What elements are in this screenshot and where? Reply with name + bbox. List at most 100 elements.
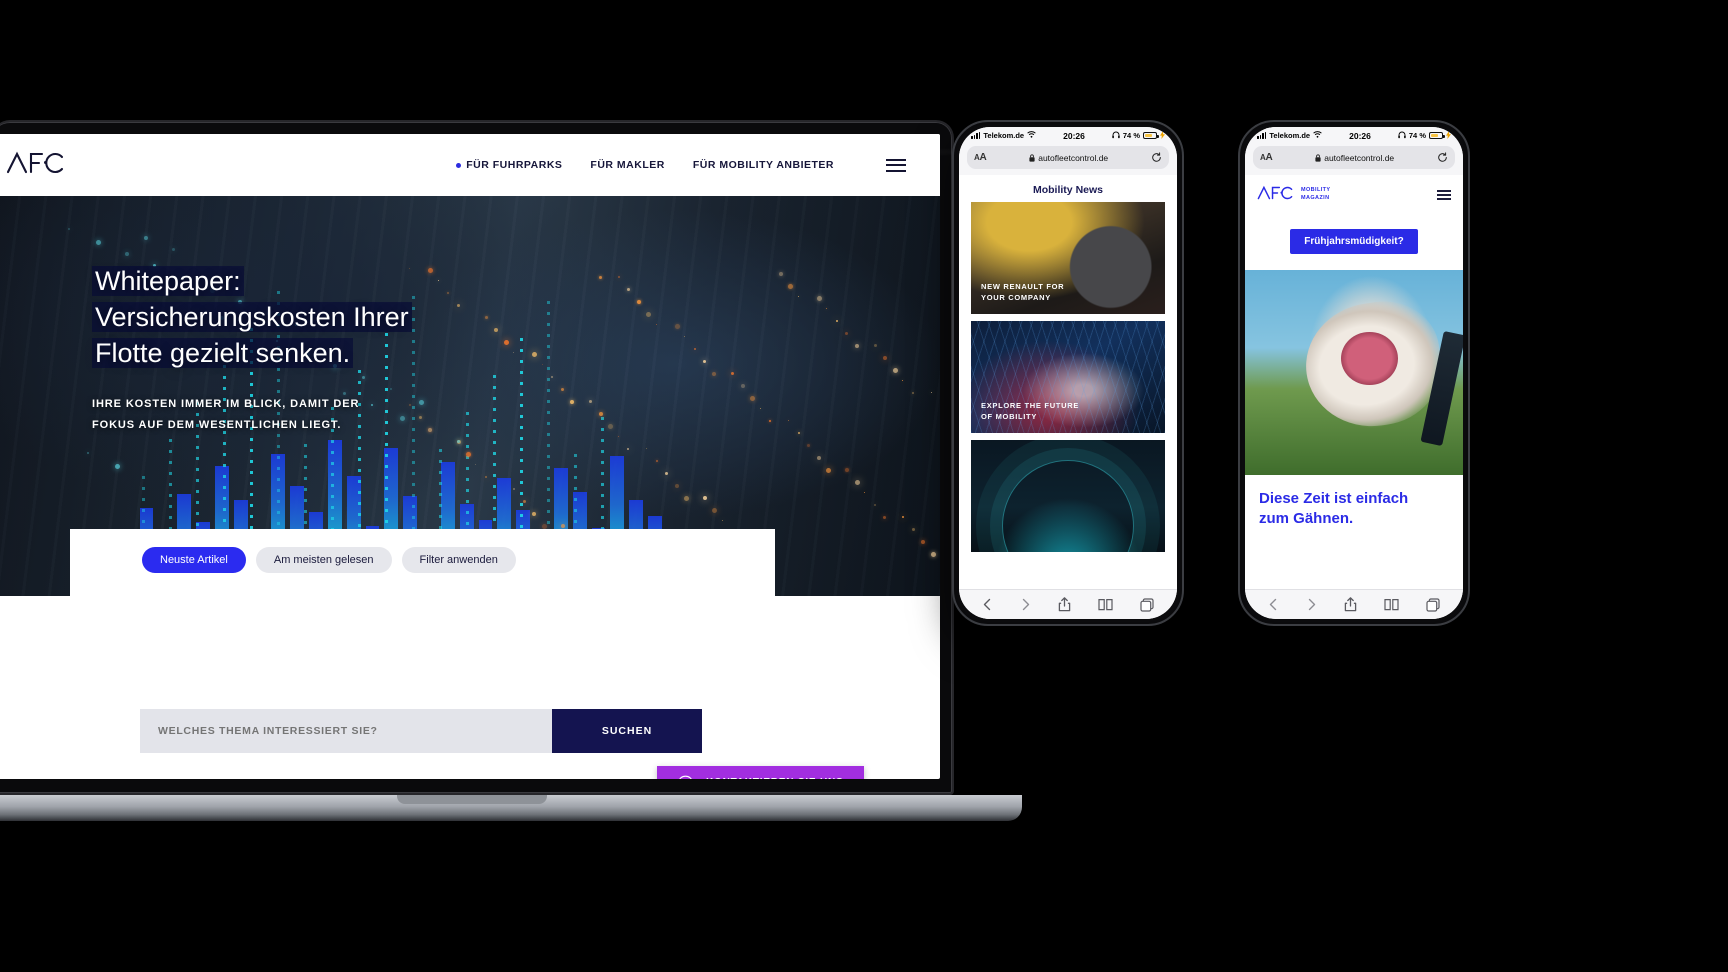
status-time: 20:26 — [1349, 130, 1371, 141]
nav-item-fuer-makler[interactable]: FÜR MAKLER — [590, 159, 664, 171]
carrier-label: Telekom.de — [983, 131, 1025, 140]
laptop-device: FÜR FUHRPARKS FÜR MAKLER FÜR MOBILITY AN… — [0, 120, 1092, 821]
caption-line-2: YOUR COMPANY — [981, 293, 1051, 303]
phone-one-tab-bar — [959, 589, 1177, 619]
contact-button[interactable]: KONTAKTIEREN SIE UNS — [657, 766, 864, 779]
phone-two-screen: Telekom.de 20:26 74 % AA autofleetcontro… — [1245, 127, 1463, 619]
chat-bubble-icon — [677, 774, 694, 779]
dog-mouth-shape — [1340, 331, 1398, 385]
search-button[interactable]: SUCHEN — [552, 709, 702, 753]
news-card-future-mobility[interactable]: EXPLORE THE FUTURE OF MOBILITY — [971, 321, 1165, 433]
text-size-icon[interactable]: AA — [974, 152, 987, 163]
phone-device-one: Telekom.de 20:26 74 % AA autofleetcontro… — [952, 120, 1184, 626]
hero-title-line-3: Flotte gezielt senken. — [92, 337, 354, 368]
reload-icon[interactable] — [1437, 152, 1448, 163]
nav-label: FÜR MOBILITY ANBIETER — [692, 159, 834, 171]
address-bar[interactable]: AA autofleetcontrol.de — [1253, 146, 1455, 169]
back-icon[interactable] — [1268, 598, 1279, 611]
nav-item-fuer-mobility-anbieter[interactable]: FÜR MOBILITY ANBIETER — [693, 159, 834, 171]
signal-icon — [1257, 132, 1267, 139]
phone-one-screen: Telekom.de 20:26 74 % AA autofleetcontro… — [959, 127, 1177, 619]
carrier-label: Telekom.de — [1269, 131, 1311, 140]
hero-subtitle-line-1: IHRE KOSTEN IMMER IM BLICK, DAMIT DER — [92, 397, 360, 410]
caption-line-1: NEW RENAULT FOR — [981, 282, 1065, 292]
wifi-icon — [1313, 131, 1322, 140]
wifi-icon — [1027, 131, 1036, 140]
headphones-icon — [1398, 131, 1406, 141]
url-text: autofleetcontrol.de — [1324, 152, 1395, 163]
news-card-caption: EXPLORE THE FUTURE OF MOBILITY — [981, 401, 1079, 423]
status-left: Telekom.de — [971, 131, 1036, 140]
afc-logo[interactable] — [6, 150, 64, 181]
charging-bolt-icon — [1446, 130, 1451, 141]
caption-line-1: EXPLORE THE FUTURE — [981, 401, 1080, 411]
forward-icon[interactable] — [1020, 598, 1031, 611]
status-left: Telekom.de — [1257, 131, 1322, 140]
contact-button-label: KONTAKTIEREN SIE UNS — [706, 777, 844, 780]
filter-pill-neuste-artikel[interactable]: Neuste Artikel — [142, 547, 246, 573]
article-headline: Diese Zeit ist einfach zum Gähnen. — [1245, 475, 1463, 528]
signal-icon — [971, 132, 981, 139]
main-navigation: FÜR FUHRPARKS FÜR MAKLER FÜR MOBILITY AN… — [456, 158, 906, 172]
bookmarks-icon[interactable] — [1098, 598, 1113, 611]
phone-two-url-bar: AA autofleetcontrol.de — [1245, 144, 1463, 175]
laptop-base — [0, 795, 1022, 821]
hamburger-menu-icon[interactable] — [886, 158, 906, 172]
tabs-icon[interactable] — [1425, 597, 1440, 612]
reload-icon[interactable] — [1151, 152, 1162, 163]
filter-pill-group: Neuste Artikel Am meisten gelesen Filter… — [70, 529, 775, 573]
tabs-icon[interactable] — [1139, 597, 1154, 612]
battery-icon — [1429, 132, 1445, 139]
forward-icon[interactable] — [1306, 598, 1317, 611]
tagline-line-1: MOBILITY — [1301, 187, 1331, 194]
share-icon[interactable] — [1344, 597, 1357, 612]
tagline-line-2: MAGAZIN — [1301, 195, 1330, 201]
charging-bolt-icon — [1160, 130, 1165, 141]
headline-line-1: Diese Zeit ist einfach — [1259, 490, 1409, 507]
caption-line-2: OF MOBILITY — [981, 412, 1038, 422]
magazine-header: MOBILITY MAGAZIN — [1245, 175, 1463, 215]
status-right: 74 % — [1398, 130, 1451, 141]
laptop-screen: FÜR FUHRPARKS FÜR MAKLER FÜR MOBILITY AN… — [0, 134, 940, 779]
filter-pill-filter-anwenden[interactable]: Filter anwenden — [401, 547, 516, 573]
mockup-stage: FÜR FUHRPARKS FÜR MAKLER FÜR MOBILITY AN… — [0, 0, 1728, 972]
back-icon[interactable] — [982, 598, 993, 611]
address-bar[interactable]: AA autofleetcontrol.de — [967, 146, 1169, 169]
phone-two-tab-bar — [1245, 589, 1463, 619]
status-right: 74 % — [1112, 130, 1165, 141]
bookmarks-icon[interactable] — [1384, 598, 1399, 611]
url-display[interactable]: autofleetcontrol.de — [1277, 153, 1432, 163]
phone-one-page-title: Mobility News — [1032, 184, 1103, 196]
category-tag-button[interactable]: Frühjahrsmüdigkeit? — [1290, 229, 1418, 254]
hero-title-line-1: Whitepaper: — [92, 266, 244, 296]
hero-title: Whitepaper: Versicherungskosten Ihrer Fl… — [92, 264, 412, 372]
hero-title-line-2: Versicherungskosten Ihrer — [92, 301, 412, 332]
share-icon[interactable] — [1058, 597, 1071, 612]
battery-icon — [1143, 132, 1159, 139]
nav-item-fuer-fuhrparks[interactable]: FÜR FUHRPARKS — [456, 159, 562, 171]
site-header: FÜR FUHRPARKS FÜR MAKLER FÜR MOBILITY AN… — [0, 134, 940, 196]
nav-label: FÜR FUHRPARKS — [466, 159, 563, 171]
hero-subtitle: IHRE KOSTEN IMMER IM BLICK, DAMIT DER FO… — [92, 394, 412, 436]
status-time: 20:26 — [1063, 130, 1085, 141]
phone-two-status-bar: Telekom.de 20:26 74 % — [1245, 127, 1463, 144]
lock-icon — [1315, 153, 1321, 162]
filter-pill-am-meisten-gelesen[interactable]: Am meisten gelesen — [255, 547, 392, 573]
magazine-tagline: MOBILITY MAGAZIN — [1301, 187, 1330, 203]
news-card-radar[interactable] — [971, 440, 1165, 552]
headline-line-2: zum Gähnen. — [1259, 509, 1354, 527]
url-display[interactable]: autofleetcontrol.de — [991, 153, 1146, 163]
phone-two-content: MOBILITY MAGAZIN Frühjahrsmüdigkeit? Die… — [1245, 175, 1463, 589]
filter-card: Neuste Artikel Am meisten gelesen Filter… — [70, 529, 775, 619]
hamburger-menu-icon[interactable] — [1437, 190, 1451, 200]
search-input[interactable] — [140, 709, 552, 753]
battery-percent-label: 74 % — [1122, 131, 1140, 140]
article-hero-image — [1245, 270, 1463, 475]
active-dot-icon — [456, 162, 462, 168]
phone-one-content: Mobility News NEW RENAULT FOR YOUR COMPA… — [959, 175, 1177, 589]
hero-text-block: Whitepaper: Versicherungskosten Ihrer Fl… — [92, 264, 412, 436]
news-card-renault[interactable]: NEW RENAULT FOR YOUR COMPANY — [971, 202, 1165, 314]
afc-logo[interactable] — [1257, 185, 1293, 205]
text-size-icon[interactable]: AA — [1260, 152, 1273, 163]
laptop-trackpad-notch — [397, 795, 547, 804]
